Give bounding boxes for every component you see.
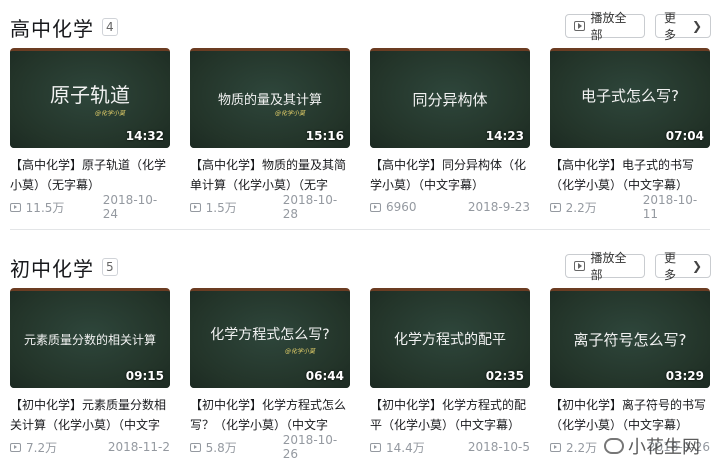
upload-date: 2018-9-23 — [467, 200, 530, 214]
video-thumbnail[interactable]: 原子轨道 @化学小莫 14:32 — [10, 48, 170, 148]
video-card[interactable]: 化学方程式的配平 02:35 【初中化学】化学方程式的配平（化学小莫）（中文字幕… — [370, 288, 530, 456]
board-text: 物质的量及其计算 — [217, 93, 322, 108]
play-count-icon — [190, 202, 201, 212]
video-card[interactable]: 同分异构体 14:23 【高中化学】同分异构体（化学小莫）（中文字幕） 6960… — [370, 48, 530, 216]
board-text: 电子式怎么写? — [581, 87, 679, 105]
video-meta: 1.5万 2018-10-28 — [190, 193, 350, 221]
video-title[interactable]: 【初中化学】化学方程式怎么写？（化学小莫）（中文字 — [190, 395, 350, 435]
video-title[interactable]: 【高中化学】物质的量及其简单计算（化学小莫）（无字 — [190, 155, 350, 195]
board-text: 原子轨道 — [50, 83, 130, 107]
video-card[interactable]: 电子式怎么写? 07:04 【高中化学】电子式的书写（化学小莫）（中文字幕） 2… — [550, 48, 710, 221]
more-label: 更多 — [664, 11, 677, 42]
video-title[interactable]: 【高中化学】原子轨道（化学小莫）（无字幕） — [10, 155, 170, 195]
video-card[interactable]: 元素质量分数的相关计算 09:15 【初中化学】元素质量分数相关计算（化学小莫）… — [10, 288, 170, 456]
upload-date: 2018-10-28 — [282, 193, 338, 221]
video-duration: 14:23 — [485, 129, 524, 143]
video-title[interactable]: 【初中化学】化学方程式的配平（化学小莫）（中文字幕） — [370, 395, 530, 435]
video-duration: 02:35 — [485, 369, 524, 383]
video-meta: 7.2万 2018-11-2 — [10, 438, 170, 456]
board-text: 离子符号怎么写? — [573, 331, 687, 349]
section-count-badge: 4 — [102, 18, 118, 36]
play-all-button[interactable]: 播放全部 — [565, 251, 645, 282]
more-button[interactable]: 更多 ❯ — [655, 251, 711, 282]
chevron-right-icon: ❯ — [691, 259, 702, 273]
video-title[interactable]: 【初中化学】元素质量分数相关计算（化学小莫）（中文字 — [10, 395, 170, 435]
board-signature: @化学小莫 — [284, 348, 315, 355]
video-meta: 5.8万 2018-10-26 — [190, 433, 350, 461]
view-count: 7.2万 — [26, 440, 58, 455]
video-meta: 11.5万 2018-10-24 — [10, 193, 170, 221]
video-card[interactable]: 离子符号怎么写? 03:29 【初中化学】离子符号的书写（化学小莫）（中文字幕）… — [550, 288, 710, 456]
wechat-icon — [604, 438, 624, 454]
video-thumbnail[interactable]: 化学方程式的配平 02:35 — [370, 288, 530, 388]
video-thumbnail[interactable]: 离子符号怎么写? 03:29 — [550, 288, 710, 388]
play-all-button[interactable]: 播放全部 — [565, 11, 645, 42]
play-icon — [574, 261, 586, 271]
more-button[interactable]: 更多 ❯ — [655, 11, 711, 42]
video-thumbnail[interactable]: 物质的量及其计算 @化学小莫 15:16 — [190, 48, 350, 148]
video-thumbnail[interactable]: 元素质量分数的相关计算 09:15 — [10, 288, 170, 388]
video-card[interactable]: 物质的量及其计算 @化学小莫 15:16 【高中化学】物质的量及其简单计算（化学… — [190, 48, 350, 221]
board-signature: @化学小莫 — [274, 110, 305, 117]
board-text: 元素质量分数的相关计算 — [23, 333, 156, 347]
video-meta: 6960 2018-9-23 — [370, 198, 530, 216]
video-duration: 07:04 — [665, 129, 704, 143]
watermark-text: 小花生网 — [628, 437, 700, 458]
video-duration: 03:29 — [665, 369, 704, 383]
view-count: 1.5万 — [205, 200, 237, 215]
video-duration: 09:15 — [125, 369, 164, 383]
section-divider — [10, 229, 710, 230]
board-text: 化学方程式怎么写? — [210, 327, 330, 343]
board-text: 同分异构体 — [412, 91, 488, 109]
upload-date: 2018-10-11 — [642, 193, 698, 221]
play-count-icon — [550, 442, 561, 452]
section-header: 初中化学 5 — [10, 252, 118, 282]
play-all-label: 播放全部 — [590, 251, 627, 282]
upload-date: 2018-10-26 — [282, 433, 338, 461]
upload-date: 2018-11-2 — [107, 440, 170, 454]
upload-date: 2018-10-5 — [467, 440, 530, 454]
video-title[interactable]: 【高中化学】同分异构体（化学小莫）（中文字幕） — [370, 155, 530, 195]
view-count: 6960 — [386, 200, 417, 214]
video-title[interactable]: 【高中化学】电子式的书写（化学小莫）（中文字幕） — [550, 155, 710, 195]
chevron-right-icon: ❯ — [691, 19, 702, 33]
board-signature: @化学小莫 — [94, 110, 125, 117]
play-count-icon — [190, 442, 201, 452]
play-count-icon — [370, 202, 381, 212]
play-icon — [574, 21, 586, 31]
video-duration: 15:16 — [305, 129, 344, 143]
view-count: 11.5万 — [25, 200, 65, 215]
upload-date: 2018-10-24 — [102, 193, 158, 221]
play-count-icon — [10, 442, 21, 452]
more-label: 更多 — [664, 251, 677, 282]
video-thumbnail[interactable]: 电子式怎么写? 07:04 — [550, 48, 710, 148]
play-count-icon — [550, 202, 561, 212]
view-count: 2.2万 — [565, 200, 597, 215]
video-duration: 06:44 — [305, 369, 344, 383]
section-title: 高中化学 — [10, 16, 94, 41]
section-count-badge: 5 — [102, 258, 118, 276]
video-meta: 14.4万 2018-10-5 — [370, 438, 530, 456]
play-count-icon — [10, 202, 21, 212]
video-meta: 2.2万 2018-10-11 — [550, 193, 710, 221]
video-card[interactable]: 原子轨道 @化学小莫 14:32 【高中化学】原子轨道（化学小莫）（无字幕） 1… — [10, 48, 170, 221]
view-count: 5.8万 — [205, 440, 237, 455]
section-title: 初中化学 — [10, 256, 94, 281]
watermark: 小花生网 — [604, 433, 700, 459]
video-duration: 14:32 — [125, 129, 164, 143]
view-count: 14.4万 — [386, 440, 425, 455]
video-thumbnail[interactable]: 同分异构体 14:23 — [370, 48, 530, 148]
video-card[interactable]: 化学方程式怎么写? @化学小莫 06:44 【初中化学】化学方程式怎么写？（化学… — [190, 288, 350, 461]
play-all-label: 播放全部 — [590, 11, 627, 42]
video-thumbnail[interactable]: 化学方程式怎么写? @化学小莫 06:44 — [190, 288, 350, 388]
play-count-icon — [370, 442, 381, 452]
section-header: 高中化学 4 — [10, 12, 118, 42]
video-title[interactable]: 【初中化学】离子符号的书写（化学小莫）（中文字幕） — [550, 395, 710, 435]
board-text: 化学方程式的配平 — [394, 332, 506, 348]
